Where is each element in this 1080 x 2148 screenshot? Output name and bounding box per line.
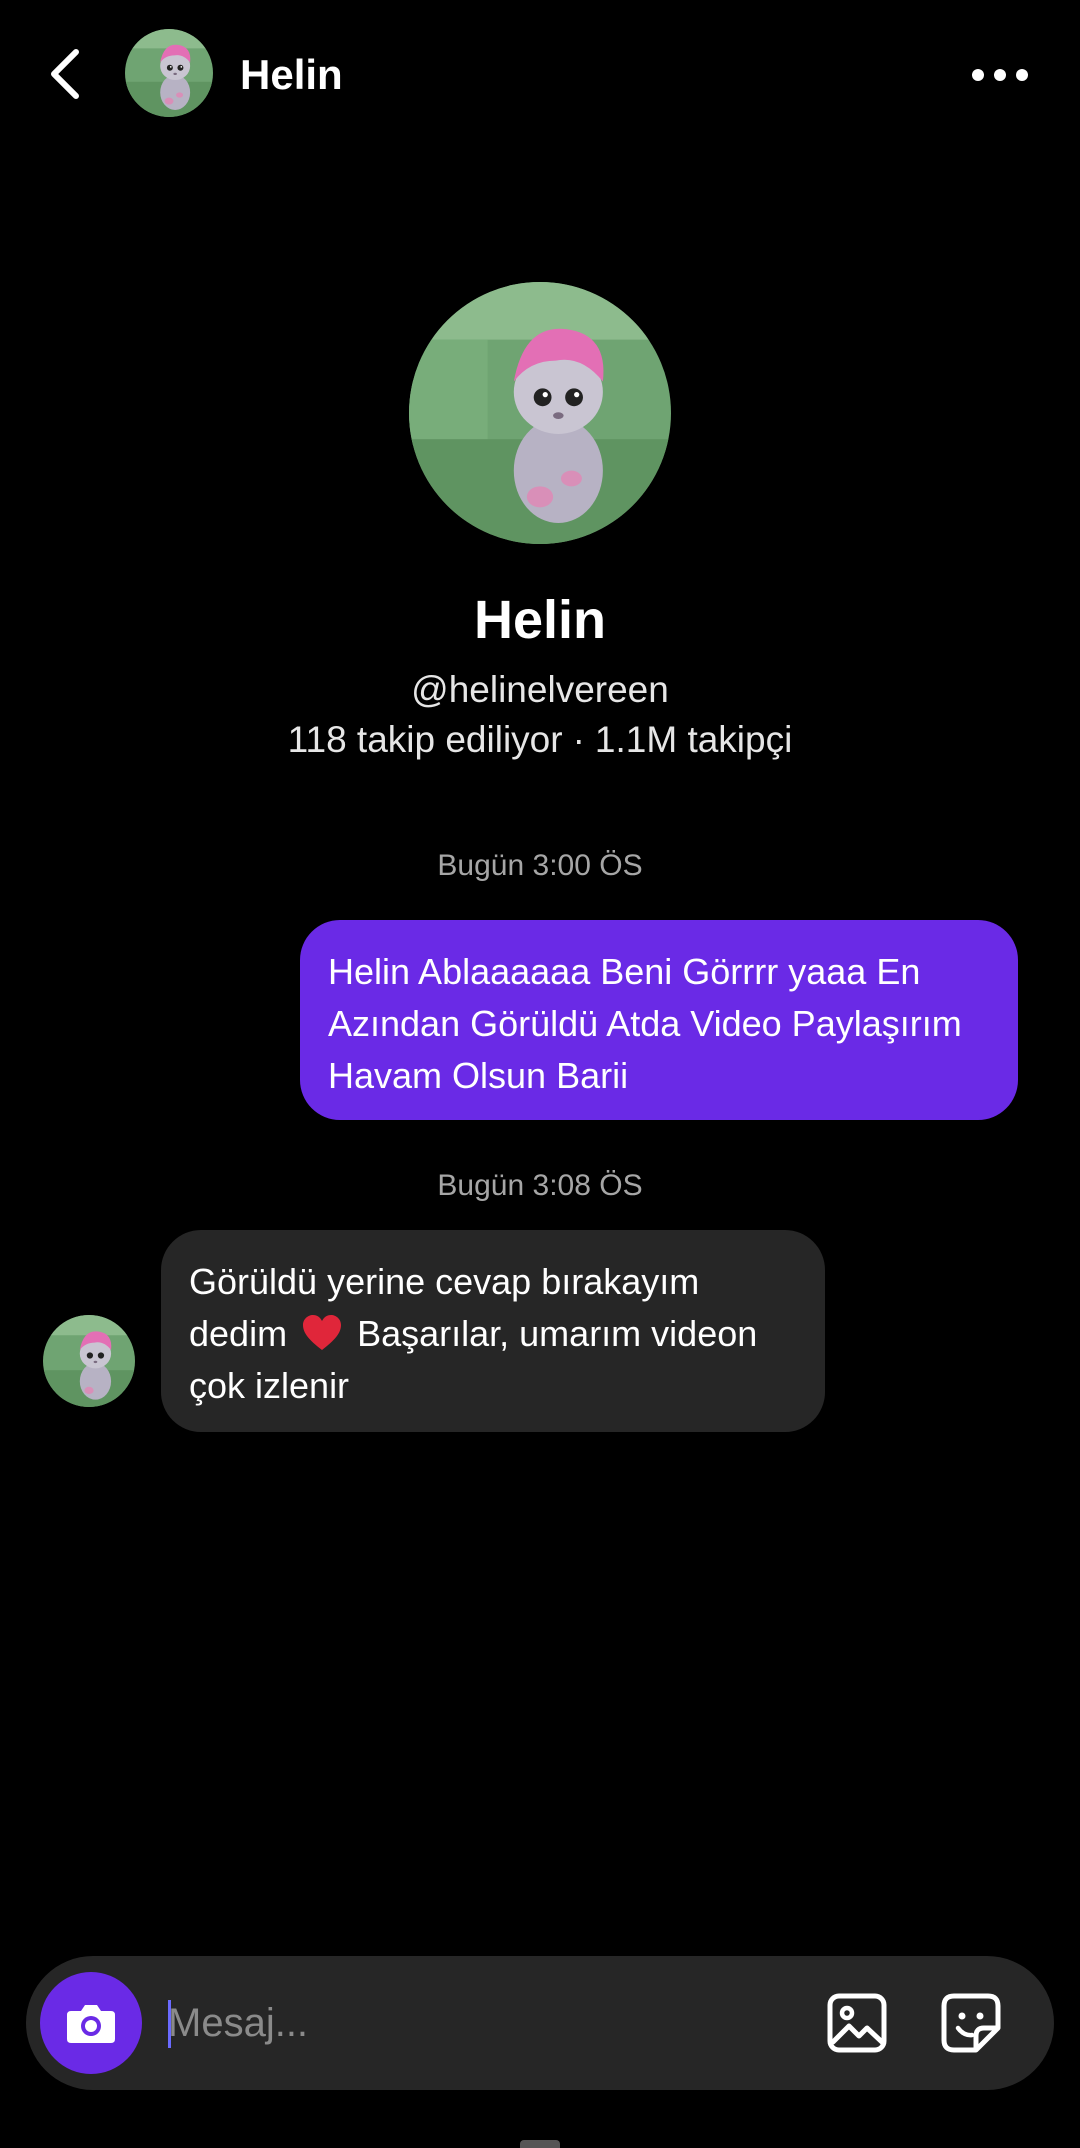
message-text-line: Görüldü yerine cevap bırakayım bbox=[189, 1261, 700, 1302]
profile-stats: 118 takip ediliyor · 1.1M takipçi bbox=[0, 718, 1080, 762]
avatar-image bbox=[409, 282, 671, 544]
header-avatar[interactable] bbox=[125, 29, 213, 117]
followers-count[interactable]: 1.1M takipçi bbox=[595, 719, 792, 760]
profile-handle: @helinelvereen bbox=[411, 669, 669, 710]
sender-avatar[interactable] bbox=[43, 1315, 135, 1407]
sticker-icon bbox=[941, 1993, 1001, 2053]
home-indicator bbox=[520, 2140, 560, 2148]
outgoing-message-bubble[interactable]: Helin Ablaaaaaa Beni Görrrr yaaa En Azın… bbox=[300, 920, 1018, 1120]
chat-header: Helin bbox=[0, 0, 1080, 150]
message-text-line: çok izlenir bbox=[189, 1365, 350, 1406]
message-text-line: Helin Ablaaaaaa Beni Görrrr yaaa En bbox=[328, 951, 921, 992]
message-timestamp: Bugün 3:08 ÖS bbox=[437, 1169, 643, 1202]
stats-separator: · bbox=[572, 719, 585, 760]
sticker-button[interactable] bbox=[938, 1990, 1004, 2056]
red-heart-icon bbox=[303, 1315, 342, 1350]
chat-screen: Helin Helin @helinelvereen 118 takip edi… bbox=[0, 0, 1080, 2148]
message-text-segment: dedim bbox=[189, 1313, 288, 1354]
incoming-message-bubble[interactable]: Görüldü yerine cevap bırakayım dedim Baş… bbox=[161, 1230, 825, 1432]
header-contact-name[interactable]: Helin bbox=[240, 50, 343, 100]
image-icon bbox=[827, 1993, 887, 2053]
following-count[interactable]: 118 takip ediliyor bbox=[288, 719, 563, 760]
message-timestamp: Bugün 3:00 ÖS bbox=[437, 849, 643, 882]
message-input[interactable] bbox=[168, 1990, 808, 2056]
camera-icon bbox=[67, 2005, 115, 2043]
more-horizontal-icon bbox=[972, 69, 1028, 81]
profile-avatar[interactable] bbox=[409, 282, 671, 544]
avatar-image bbox=[125, 29, 213, 117]
message-composer bbox=[26, 1956, 1054, 2090]
profile-name: Helin bbox=[473, 590, 607, 650]
message-text-segment: Başarılar, umarım videon bbox=[357, 1313, 758, 1354]
message-text-line: dedim Başarılar, umarım videon bbox=[189, 1308, 797, 1360]
gallery-button[interactable] bbox=[824, 1990, 890, 2056]
message-text-line: Azından Görüldü Atda Video Paylaşırım bbox=[328, 1003, 962, 1044]
avatar-image bbox=[43, 1315, 135, 1407]
back-button[interactable] bbox=[40, 44, 90, 104]
message-text-line: Havam Olsun Barii bbox=[328, 1055, 629, 1096]
chevron-left-icon bbox=[51, 49, 79, 99]
camera-button[interactable] bbox=[40, 1972, 142, 2074]
more-options-button[interactable] bbox=[965, 55, 1035, 95]
